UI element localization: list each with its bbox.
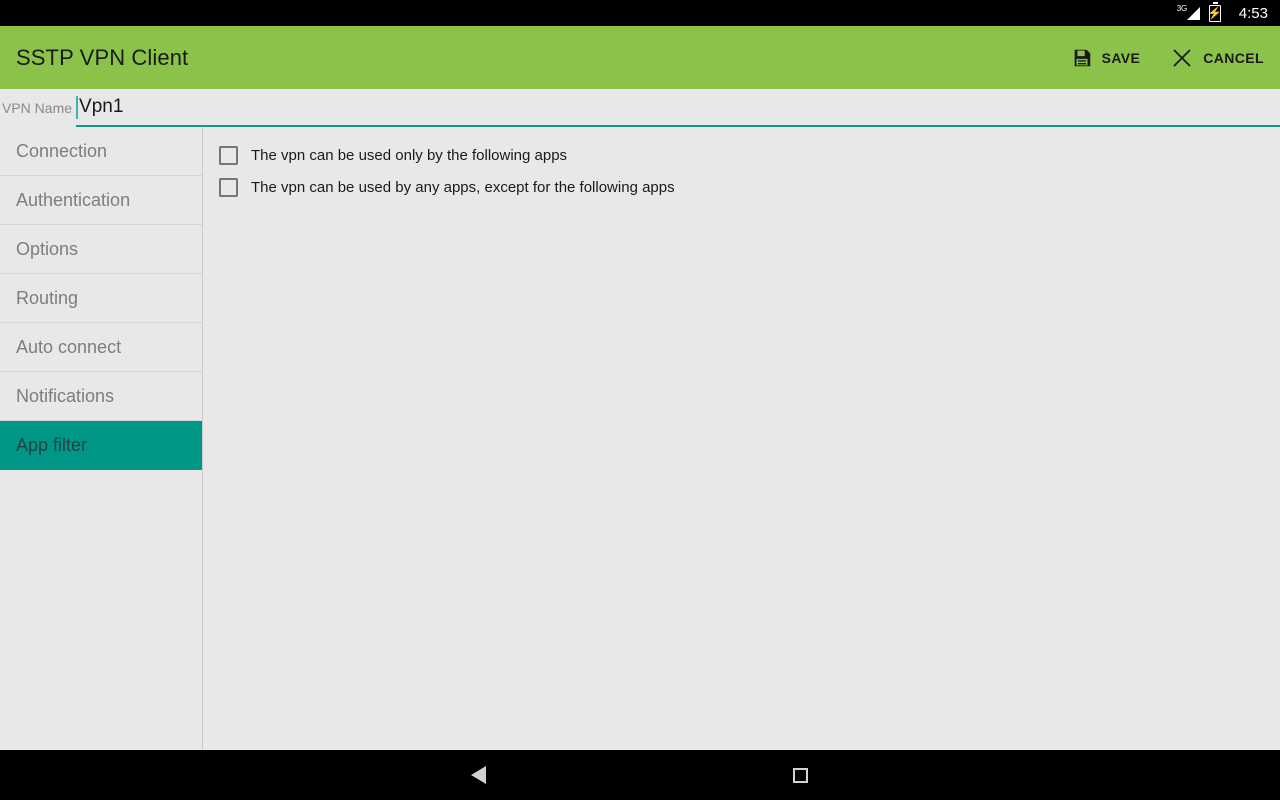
status-clock: 4:53: [1238, 4, 1268, 22]
cancel-button-label: CANCEL: [1203, 49, 1264, 66]
charging-bolt-icon: ⚡: [1207, 6, 1223, 20]
whitelist-checkbox-label: The vpn can be used only by the followin…: [251, 146, 568, 164]
app-filter-pane: The vpn can be used only by the followin…: [203, 127, 1280, 750]
signal-3g-icon: 3G: [1176, 4, 1200, 21]
status-icons: 3G ⚡ 4:53: [1176, 1, 1268, 22]
app-screen: 3G ⚡ 4:53 SSTP VPN Client SAVE CANCEL VP…: [0, 0, 1280, 800]
sidebar-item-label: Authentication: [16, 190, 131, 210]
sidebar-item-label: Routing: [16, 288, 79, 308]
sidebar-item-options[interactable]: Options: [0, 225, 202, 274]
blacklist-checkbox-row[interactable]: The vpn can be used by any apps, except …: [219, 171, 1280, 203]
save-floppy-icon: [1071, 47, 1093, 69]
blacklist-checkbox-label: The vpn can be used by any apps, except …: [251, 178, 675, 196]
sidebar-item-label: Connection: [16, 141, 108, 161]
cancel-button[interactable]: CANCEL: [1170, 46, 1264, 70]
sidebar-item-label: Notifications: [16, 386, 115, 406]
sidebar-item-label: Options: [16, 239, 79, 259]
settings-sidebar: Connection Authentication Options Routin…: [0, 127, 203, 750]
save-button-label: SAVE: [1101, 49, 1141, 66]
nav-recents-button[interactable]: [765, 750, 835, 800]
sidebar-item-auto-connect[interactable]: Auto connect: [0, 323, 202, 372]
sidebar-item-routing[interactable]: Routing: [0, 274, 202, 323]
android-nav-bar: [0, 750, 1280, 800]
signal-bars: [1186, 7, 1200, 20]
vpn-name-label: VPN Name: [2, 100, 73, 116]
app-bar: SSTP VPN Client SAVE CANCEL: [0, 26, 1280, 89]
vpn-name-row: VPN Name Vpn1: [0, 89, 1280, 127]
network-type-label: 3G: [1176, 4, 1187, 13]
status-bar: 3G ⚡ 4:53: [0, 0, 1280, 26]
sidebar-item-authentication[interactable]: Authentication: [0, 176, 202, 225]
close-x-icon: [1170, 46, 1194, 70]
vpn-name-value: Vpn1: [79, 96, 124, 117]
checkbox-unchecked-icon[interactable]: [219, 177, 238, 197]
sidebar-item-app-filter[interactable]: App filter: [0, 421, 202, 470]
save-button[interactable]: SAVE: [1071, 47, 1141, 69]
page-title: SSTP VPN Client: [16, 44, 189, 70]
vpn-name-input[interactable]: Vpn1: [76, 89, 1280, 127]
text-cursor: [76, 96, 79, 119]
back-triangle-icon: [470, 766, 486, 784]
content-area: Connection Authentication Options Routin…: [0, 127, 1280, 750]
sidebar-item-connection[interactable]: Connection: [0, 127, 202, 176]
sidebar-item-label: Auto connect: [16, 337, 122, 357]
nav-back-button[interactable]: [443, 750, 513, 800]
battery-charging-icon: ⚡: [1207, 1, 1223, 22]
recents-square-icon: [792, 767, 808, 783]
sidebar-item-notifications[interactable]: Notifications: [0, 372, 202, 421]
app-bar-actions: SAVE CANCEL: [1071, 46, 1264, 70]
whitelist-checkbox-row[interactable]: The vpn can be used only by the followin…: [219, 139, 1280, 171]
checkbox-unchecked-icon[interactable]: [219, 145, 238, 165]
sidebar-item-label: App filter: [16, 435, 88, 455]
